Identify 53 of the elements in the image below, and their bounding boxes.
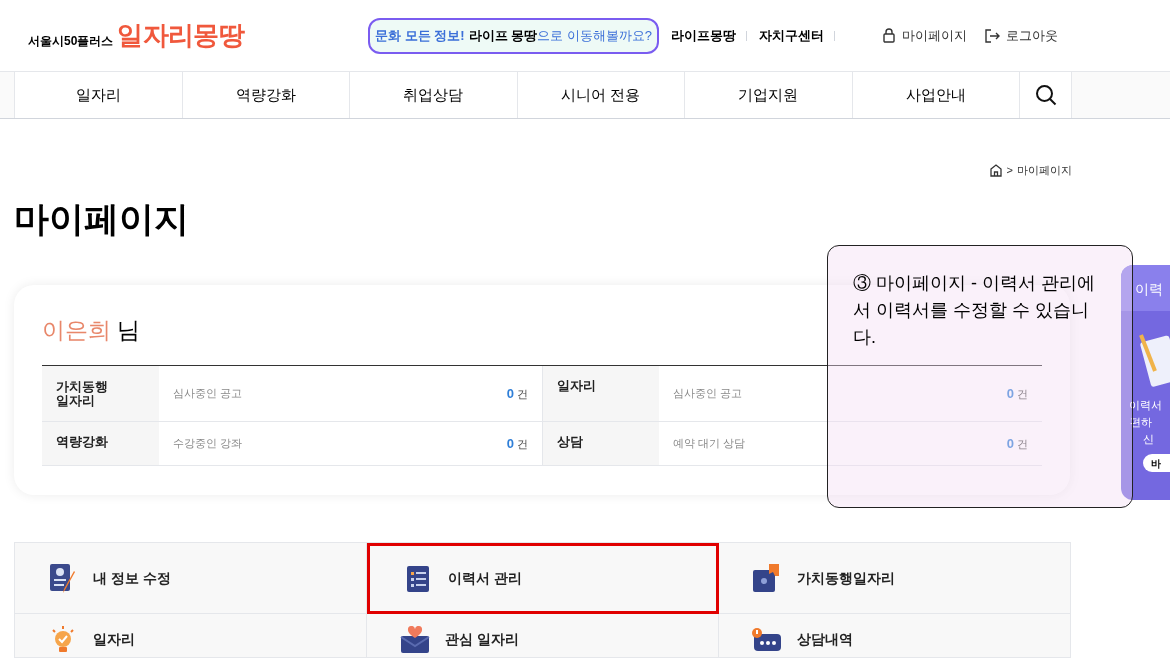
menu-item[interactable]: 일자리 <box>15 614 367 658</box>
promo-link[interactable]: 문화 모든 정보! 라이프 몽땅으로 이동해볼까요? <box>368 17 660 54</box>
count-value: 0 <box>1006 384 1014 403</box>
banner-text: 신 <box>1142 432 1154 447</box>
lock-icon <box>882 28 896 43</box>
search-icon <box>1034 84 1057 106</box>
menu-item[interactable]: 관심 일자리 <box>367 614 719 658</box>
brand-tagline: 서울시50플러스 <box>28 33 114 50</box>
header-link[interactable]: 라이프몽땅 <box>671 25 737 46</box>
logout-link[interactable]: 로그아웃 <box>985 25 1058 46</box>
envelope-heart-icon <box>399 625 431 654</box>
summary-description: 심사중인 공고 <box>673 386 743 402</box>
count-unit: 건 <box>517 386 528 402</box>
logout-icon <box>985 28 1000 43</box>
menu-item[interactable]: 이력서 관리 <box>367 543 719 614</box>
search-button[interactable] <box>1020 72 1072 118</box>
summary-description: 예약 대기 상담 <box>673 436 746 452</box>
menu-item[interactable]: 가치동행일자리 <box>719 543 1071 614</box>
home-icon[interactable] <box>988 163 1003 178</box>
breadcrumb-current: 마이페이지 <box>1017 163 1072 178</box>
callout-text: ③ 마이페이지 - 이력서 관리에서 이력서를 수정할 수 있습니다. <box>853 272 1096 349</box>
document-icon <box>404 563 432 594</box>
nav-tab[interactable]: 역량강화 <box>182 72 350 118</box>
lightbulb-icon <box>50 624 76 655</box>
count-unit: 건 <box>1017 436 1028 452</box>
count-value: 0 <box>506 434 514 453</box>
nav-tab[interactable]: 기업지원 <box>685 72 853 118</box>
count-value: 0 <box>1006 434 1014 453</box>
nav-tab[interactable]: 일자리 <box>15 72 183 118</box>
summary-description: 수강중인 강좌 <box>173 436 243 452</box>
document-pencil-icon <box>1137 331 1170 387</box>
count-value: 0 <box>506 384 514 403</box>
chat-bubble-icon <box>751 626 783 653</box>
menu-item[interactable]: 상담내역 <box>719 614 1071 658</box>
count-unit: 건 <box>517 436 528 452</box>
breadcrumb-separator: > <box>1006 163 1013 178</box>
banner-button[interactable]: 바 <box>1143 454 1170 472</box>
nav-tab[interactable]: 시니어 전용 <box>517 72 685 118</box>
nav-tab[interactable]: 사업안내 <box>852 72 1020 118</box>
header-link[interactable]: 자치구센터 <box>759 25 825 46</box>
summary-label: 가치동행 일자리 <box>42 366 159 421</box>
summary-label: 일자리 <box>542 366 659 421</box>
honorific: 님 <box>117 316 140 345</box>
summary-label: 역량강화 <box>42 422 159 465</box>
mypage-link[interactable]: 마이페이지 <box>882 25 967 46</box>
menu-item[interactable]: 내 정보 수정 <box>15 543 367 614</box>
banner-title: 이력 <box>1121 265 1170 311</box>
nav-tab[interactable]: 취업상담 <box>350 72 518 118</box>
user-name: 이은희 <box>42 316 111 345</box>
count-unit: 건 <box>1017 386 1028 402</box>
summary-label: 상담 <box>542 422 659 465</box>
summary-description: 심사중인 공고 <box>173 386 243 402</box>
page-title: 마이페이지 <box>14 197 190 240</box>
